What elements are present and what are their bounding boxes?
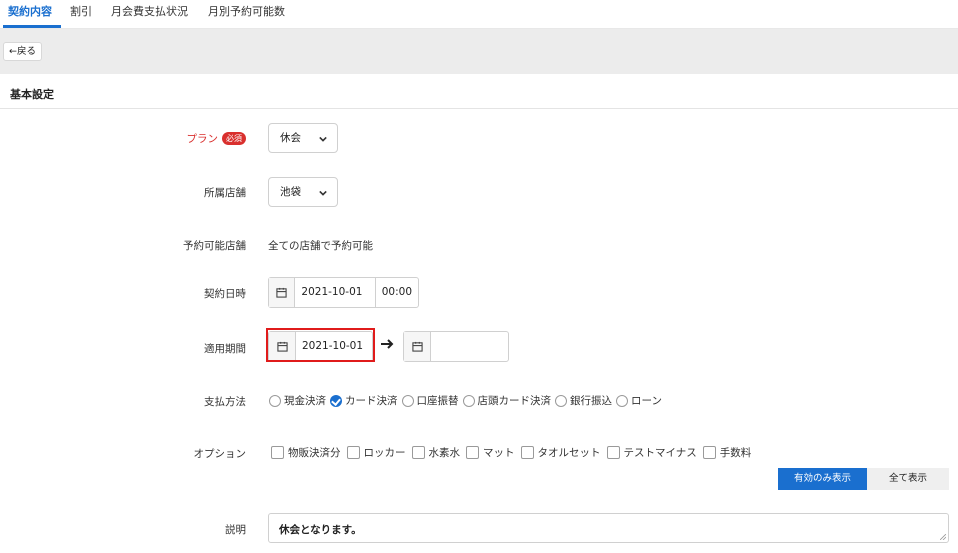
radio-button-checked[interactable] bbox=[330, 394, 342, 407]
section-title: 基本設定 bbox=[10, 88, 54, 101]
contract-datetime-label: 契約日時 bbox=[204, 288, 246, 300]
contract-date-input[interactable]: 2021-10-01 bbox=[295, 278, 374, 307]
calendar-icon[interactable] bbox=[404, 332, 431, 361]
option-label: 手数料 bbox=[719, 447, 752, 459]
option-item[interactable]: 物販決済分 bbox=[271, 445, 341, 460]
highlight-box bbox=[266, 328, 375, 362]
show-active-only-button[interactable]: 有効のみ表示 bbox=[778, 468, 867, 490]
option-label: テストマイナス bbox=[623, 447, 697, 459]
contract-datetime-field[interactable]: 2021-10-01 00:00 bbox=[268, 277, 419, 308]
plan-value: 休会 bbox=[280, 132, 301, 144]
payment-option-label: ローン bbox=[631, 395, 662, 407]
calendar-icon[interactable] bbox=[269, 278, 296, 307]
payment-option-card[interactable]: カード決済 bbox=[330, 393, 398, 408]
tab-discount[interactable]: 割引 bbox=[70, 3, 92, 19]
divider bbox=[0, 108, 958, 109]
plan-select[interactable]: 休会 bbox=[268, 123, 338, 153]
period-end-field[interactable] bbox=[403, 331, 509, 362]
payment-option-bank-transfer[interactable]: 口座振替 bbox=[401, 393, 459, 408]
checkbox[interactable] bbox=[466, 446, 479, 459]
plan-label: プラン 必須 bbox=[186, 131, 246, 146]
plan-label-text: プラン bbox=[186, 133, 219, 145]
option-item[interactable]: タオルセット bbox=[520, 445, 601, 460]
payment-option-label: 口座振替 bbox=[416, 395, 459, 407]
tab-monthly-bookings[interactable]: 月別予約可能数 bbox=[208, 3, 285, 19]
option-label: 物販決済分 bbox=[288, 447, 341, 459]
required-badge: 必須 bbox=[222, 132, 246, 145]
tab-monthly-fee[interactable]: 月会費支払状況 bbox=[111, 3, 188, 19]
radio-button[interactable] bbox=[462, 394, 475, 407]
payment-option-label: 銀行振込 bbox=[570, 395, 612, 407]
resize-handle-icon[interactable] bbox=[940, 534, 946, 540]
payment-option-label: カード決済 bbox=[345, 395, 398, 407]
option-item[interactable]: テストマイナス bbox=[606, 445, 697, 460]
back-bar: ←戻る bbox=[0, 29, 958, 74]
option-item[interactable]: マット bbox=[466, 445, 515, 460]
arrow-right-icon bbox=[381, 339, 394, 349]
options-filter-toggle: 有効のみ表示 全て表示 bbox=[778, 468, 949, 490]
radio-button[interactable] bbox=[269, 394, 281, 407]
payment-radio-group: 現金決済 カード決済 口座振替 店頭カード決済 銀行振込 ローン bbox=[269, 393, 666, 408]
option-label: ロッカー bbox=[363, 447, 406, 459]
payment-option-label: 現金決済 bbox=[284, 395, 326, 407]
description-textarea[interactable]: 休会となります。 bbox=[268, 513, 949, 543]
option-item[interactable]: ロッカー bbox=[346, 445, 406, 460]
bookable-stores-label: 予約可能店舗 bbox=[183, 240, 246, 252]
options-label: オプション bbox=[193, 448, 247, 460]
period-end-input[interactable] bbox=[431, 332, 437, 361]
checkbox[interactable] bbox=[346, 446, 360, 459]
chevron-down-icon bbox=[319, 190, 327, 196]
option-item[interactable]: 手数料 bbox=[702, 445, 752, 460]
tab-contract[interactable]: 契約内容 bbox=[8, 3, 52, 19]
show-all-button[interactable]: 全て表示 bbox=[867, 468, 949, 490]
tab-bar: 契約内容 割引 月会費支払状況 月別予約可能数 bbox=[0, 0, 958, 29]
payment-label: 支払方法 bbox=[204, 396, 246, 408]
radio-button[interactable] bbox=[555, 394, 567, 407]
back-button[interactable]: ←戻る bbox=[3, 42, 42, 61]
chevron-down-icon bbox=[319, 136, 327, 142]
store-value: 池袋 bbox=[280, 186, 301, 198]
payment-option-cash[interactable]: 現金決済 bbox=[269, 393, 326, 408]
store-select[interactable]: 池袋 bbox=[268, 177, 338, 207]
contract-time-input[interactable]: 00:00 bbox=[374, 278, 418, 307]
description-value: 休会となります。 bbox=[279, 524, 362, 536]
checkbox[interactable] bbox=[702, 446, 716, 459]
store-label: 所属店舗 bbox=[204, 187, 246, 199]
option-label: 水素水 bbox=[428, 447, 461, 459]
payment-option-store-card[interactable]: 店頭カード決済 bbox=[462, 393, 552, 408]
options-checkbox-group: 物販決済分 ロッカー 水素水 マット タオルセット テストマイナス 手数料 bbox=[271, 445, 757, 460]
checkbox[interactable] bbox=[411, 446, 425, 459]
option-label: タオルセット bbox=[537, 447, 601, 459]
checkbox[interactable] bbox=[520, 446, 534, 459]
active-tab-indicator bbox=[3, 25, 61, 28]
checkbox[interactable] bbox=[271, 446, 284, 459]
option-item[interactable]: 水素水 bbox=[411, 445, 461, 460]
option-label: マット bbox=[483, 447, 515, 459]
description-label: 説明 bbox=[225, 524, 246, 536]
radio-button[interactable] bbox=[616, 394, 628, 407]
payment-option-loan[interactable]: ローン bbox=[616, 393, 662, 408]
payment-option-label: 店頭カード決済 bbox=[477, 395, 552, 407]
period-label: 適用期間 bbox=[204, 343, 246, 355]
checkbox[interactable] bbox=[606, 446, 620, 459]
bookable-stores-value: 全ての店舗で予約可能 bbox=[268, 240, 373, 252]
radio-button[interactable] bbox=[401, 394, 414, 407]
payment-option-bank-deposit[interactable]: 銀行振込 bbox=[555, 393, 612, 408]
